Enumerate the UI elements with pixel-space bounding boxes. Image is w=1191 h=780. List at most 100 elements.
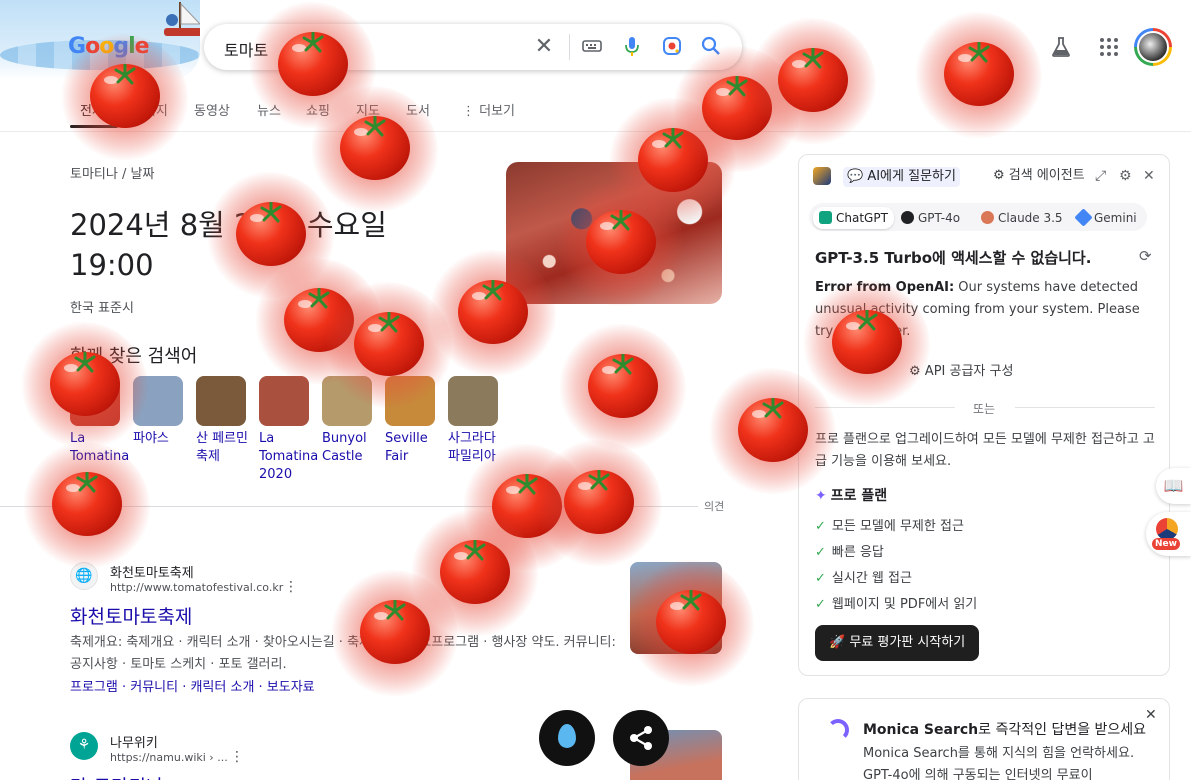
tab-books[interactable]: 도서 — [406, 100, 430, 119]
account-avatar[interactable] — [1134, 28, 1172, 66]
result-thumbnail[interactable] — [630, 562, 722, 654]
chip-sagrada-familia[interactable]: 사그라다 파밀리아 — [448, 376, 498, 466]
globe-icon: 🌐 — [70, 562, 98, 590]
promo-title: Monica Search로 즉각적인 답변을 받으세요 — [863, 722, 1147, 738]
feedback-link[interactable]: 의견 — [698, 498, 725, 514]
claude-icon — [981, 211, 994, 224]
access-error-title: GPT-3.5 Turbo에 액세스할 수 없습니다. — [815, 249, 1092, 267]
chip-la-tomatina[interactable]: La Tomatina — [70, 376, 129, 466]
feature-item: ✓ 빠른 응답 — [815, 545, 884, 560]
feature-item: ✓ 실시간 웹 접근 — [815, 571, 912, 586]
chip-thumb — [322, 376, 372, 426]
chip-thumb — [448, 376, 498, 426]
tab-news[interactable]: 뉴스 — [257, 100, 281, 119]
refresh-icon[interactable]: ⟳ — [1139, 247, 1152, 265]
microphone-icon[interactable] — [620, 35, 644, 59]
monica-launcher[interactable]: New — [1146, 512, 1191, 556]
labs-flask-icon[interactable] — [1050, 36, 1072, 58]
google-logo: Google — [68, 34, 150, 59]
result-url[interactable]: http://www.tomatofestival.co.kr — [110, 581, 283, 594]
tab-all[interactable]: 전체 — [80, 100, 104, 119]
model-claude[interactable]: Claude 3.5 — [975, 207, 1069, 229]
tomato-icon — [24, 442, 150, 568]
active-tab-indicator — [70, 125, 118, 128]
more-options-icon[interactable]: ⋮ — [230, 749, 244, 765]
monica-tabs: 💬 AI에게 질문하기 ⚙ 검색 에이전트 ⤢ ⚙ ✕ — [813, 167, 1163, 189]
reader-book-icon[interactable]: 📖 — [1156, 468, 1191, 504]
expand-icon[interactable]: ⤢ — [1095, 167, 1106, 185]
promo-body: Monica Search를 통해 지식의 힘을 언락하세요. GPT-4o에 … — [863, 746, 1135, 780]
model-selector: ChatGPT GPT-4o Claude 3.5 Gemini — [809, 203, 1147, 231]
keyboard-icon[interactable] — [580, 35, 604, 59]
sparkle-icon: ✦ — [815, 488, 827, 504]
tab-maps[interactable]: 지도 — [356, 100, 380, 119]
clear-icon[interactable]: ✕ — [532, 35, 556, 59]
close-icon[interactable]: ✕ — [1145, 707, 1157, 723]
hero-image[interactable] — [506, 162, 722, 304]
monica-panel: 💬 AI에게 질문하기 ⚙ 검색 에이전트 ⤢ ⚙ ✕ ChatGPT GPT-… — [798, 154, 1170, 676]
chip-seville-fair[interactable]: Seville Fair — [385, 376, 435, 466]
water-drop-icon — [558, 724, 576, 748]
check-icon: ✓ — [815, 519, 826, 534]
monica-icon — [1156, 518, 1178, 540]
result-title-link[interactable]: 화천토마토축제 — [70, 602, 192, 629]
tomato-icon — [256, 258, 382, 384]
openai-icon — [901, 211, 914, 224]
tab-search-agent[interactable]: ⚙ 검색 에이전트 — [993, 167, 1085, 185]
gemini-icon — [1074, 208, 1093, 227]
check-icon: ✓ — [815, 597, 826, 612]
close-icon[interactable]: ✕ — [1143, 167, 1155, 185]
chip-san-fermin[interactable]: 산 페르민 축제 — [196, 376, 248, 466]
google-doodle[interactable]: Google — [0, 0, 200, 80]
section-divider — [0, 506, 722, 507]
tab-more[interactable]: ⋮ 더보기 — [462, 100, 515, 119]
chip-bunyol-castle[interactable]: Bunyol Castle — [322, 376, 372, 466]
search-divider — [569, 34, 570, 60]
share-button[interactable] — [613, 710, 669, 766]
timezone-label: 한국 표준시 — [70, 301, 134, 316]
start-free-trial-button[interactable]: 🚀 무료 평가판 시작하기 — [815, 625, 980, 661]
header: Google 토마토 ✕ — [0, 0, 1191, 90]
or-divider: 또는 — [815, 400, 1155, 416]
more-options-icon[interactable]: ⋮ — [284, 579, 298, 595]
error-message: Error from OpenAI: Our systems have dete… — [815, 280, 1140, 339]
chip-la-tomatina-2020[interactable]: La Tomatina 2020 — [259, 376, 318, 484]
tab-videos[interactable]: 동영상 — [194, 100, 230, 119]
monica-logo-icon — [813, 167, 831, 185]
tomato-icon — [536, 440, 662, 566]
result-site-name: 화천토마토축제 — [110, 566, 194, 581]
upgrade-text: 프로 플랜으로 업그레이드하여 모든 모델에 무제한 접근하고 고급 기능을 이… — [815, 432, 1155, 469]
google-lens-icon[interactable] — [660, 35, 684, 59]
result-url[interactable]: https://namu.wiki › ... — [110, 751, 228, 764]
configure-api-provider-link[interactable]: ⚙ API 공급자 구성 — [909, 360, 1013, 379]
feature-item: ✓ 웹페이지 및 PDF에서 읽기 — [815, 597, 978, 612]
search-result: 🌐 화천토마토축제 http://www.tomatofestival.co.k… — [70, 562, 630, 702]
result-snippet: 축제개요: 축제개요 · 캐릭터 소개 · 찾아오시는길 · 축제일정 · 주요… — [70, 635, 616, 672]
tomato-icon — [560, 324, 686, 450]
tabs-divider — [0, 131, 1191, 132]
tab-ask-ai[interactable]: 💬 AI에게 질문하기 — [843, 167, 960, 187]
model-chatgpt[interactable]: ChatGPT — [813, 207, 894, 229]
result-title-link[interactable]: 라 토마티나 — [70, 772, 163, 780]
new-badge: New — [1152, 538, 1180, 550]
result-sitelinks[interactable]: 프로그램 · 커뮤니티 · 캐릭터 소개 · 보도자료 — [70, 676, 315, 695]
chip-thumb — [196, 376, 246, 426]
check-icon: ✓ — [815, 545, 826, 560]
result-site-name: 나무위키 — [110, 736, 158, 751]
model-gpt-4o[interactable]: GPT-4o — [895, 207, 966, 229]
chip-payas[interactable]: 파야스 — [133, 376, 183, 448]
feature-item: ✓ 모든 모델에 무제한 접근 — [815, 519, 964, 534]
share-icon — [630, 726, 652, 750]
pro-plan-title: ✦ 프로 플랜 — [815, 488, 888, 504]
water-drop-button[interactable] — [539, 710, 595, 766]
settings-gear-icon[interactable]: ⚙ — [1119, 167, 1132, 185]
chip-thumb — [133, 376, 183, 426]
search-input[interactable]: 토마토 — [224, 37, 268, 61]
search-box[interactable]: 토마토 ✕ — [204, 24, 742, 70]
search-icon[interactable] — [699, 35, 723, 59]
tab-shopping[interactable]: 쇼핑 — [306, 100, 330, 119]
tab-images[interactable]: 이미지 — [132, 100, 168, 119]
apps-grid-icon[interactable] — [1098, 36, 1120, 58]
check-icon: ✓ — [815, 571, 826, 586]
model-gemini[interactable]: Gemini — [1071, 207, 1143, 229]
